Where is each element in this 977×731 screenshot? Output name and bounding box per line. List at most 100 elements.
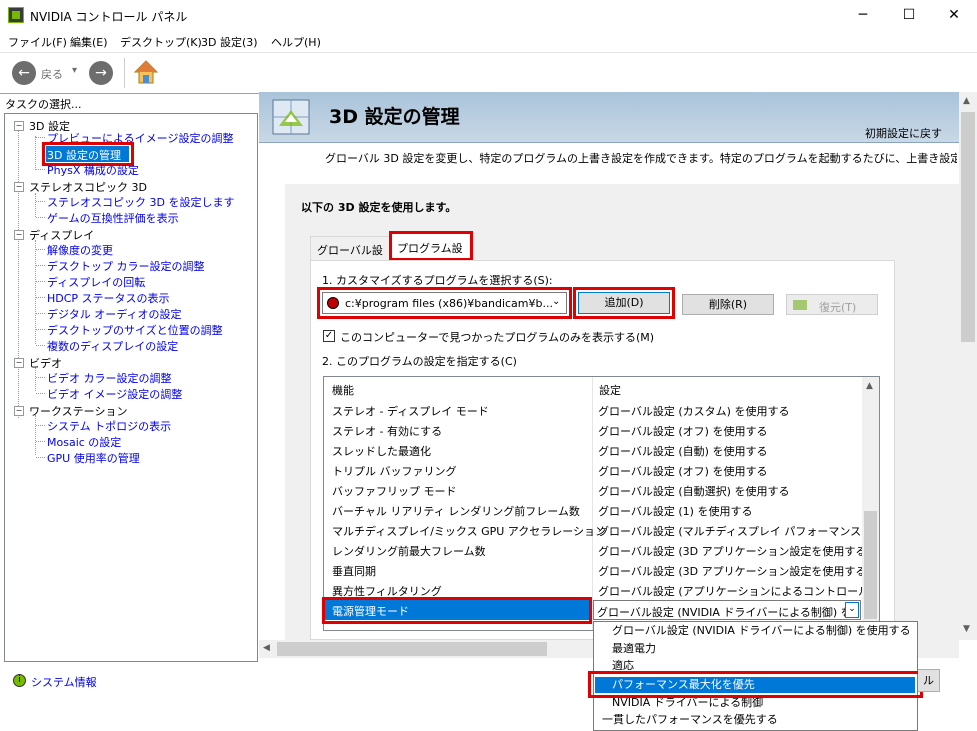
setting-feature-cell[interactable]: トリプル バッファリング (332, 463, 457, 479)
column-header-feature[interactable]: 機能 (332, 382, 354, 398)
setting-feature-cell[interactable]: スレッドした最適化 (332, 443, 431, 459)
toolbar-divider (124, 58, 125, 88)
3d-settings-icon (272, 99, 310, 135)
tree-connector (35, 136, 36, 170)
tree-item-physx[interactable]: PhysX 構成の設定 (47, 162, 139, 178)
system-info-link[interactable]: システム情報 (31, 674, 97, 690)
collapse-icon[interactable]: − (14, 358, 24, 368)
setting-value-cell[interactable]: グローバル設定 (オフ) を使用する (598, 423, 767, 439)
menu-3d-settings[interactable]: 3D 設定(3) (201, 34, 258, 50)
tree-item-color[interactable]: デスクトップ カラー設定の調整 (47, 258, 205, 274)
setting-value-cell[interactable]: グローバル設定 (3D アプリケーション設定を使用する) ... (598, 563, 879, 579)
collapse-icon[interactable]: − (14, 182, 24, 192)
tree-item-hdcp[interactable]: HDCP ステータスの表示 (47, 290, 170, 306)
forward-arrow-icon[interactable]: → (89, 61, 113, 85)
tree-item-video-image[interactable]: ビデオ イメージ設定の調整 (47, 386, 182, 402)
tree-connector (35, 415, 36, 455)
tree-connector (35, 193, 36, 217)
dropdown-option[interactable]: グローバル設定 (NVIDIA ドライバーによる制御) を使用する (594, 623, 917, 639)
close-button[interactable]: ✕ (931, 0, 977, 30)
dropdown-option[interactable]: 一貫したパフォーマンスを優先する (594, 712, 917, 728)
tree-item-mosaic[interactable]: Mosaic の設定 (47, 434, 121, 450)
tree-branch (36, 265, 45, 266)
tree-category-workstation[interactable]: ワークステーション (29, 403, 127, 419)
menu-desktop[interactable]: デスクトップ(K) (120, 34, 202, 50)
back-label[interactable]: 戻る (41, 66, 63, 82)
minimize-button[interactable]: ─ (840, 0, 886, 30)
highlight-box (389, 231, 473, 261)
partial-button[interactable]: ル (918, 669, 940, 692)
restore-defaults-link[interactable]: 初期設定に戻す (865, 125, 942, 141)
setting-value-cell[interactable]: グローバル設定 (自動選択) を使用する (598, 483, 789, 499)
maximize-button[interactable]: ☐ (886, 0, 932, 30)
settings-list[interactable]: 機能 設定 ステレオ - ディスプレイ モード グローバル設定 (カスタム) を使… (323, 376, 880, 631)
remove-button[interactable]: 削除(R) (682, 294, 774, 315)
menu-help[interactable]: ヘルプ(H) (271, 34, 321, 50)
tree-item-rotate[interactable]: ディスプレイの回転 (47, 274, 145, 290)
tree-item-topology[interactable]: システム トポロジの表示 (47, 418, 171, 434)
tree-item-stereo-set[interactable]: ステレオスコピック 3D を設定します (47, 194, 234, 210)
tree-branch (36, 201, 45, 202)
tree-item-gpu-usage[interactable]: GPU 使用率の管理 (47, 450, 140, 466)
chevron-down-icon[interactable]: ⌄ (845, 602, 859, 618)
collapse-icon[interactable]: − (14, 121, 24, 131)
scroll-left-icon[interactable]: ◀ (263, 643, 270, 653)
dropdown-option-label: 一貫したパフォーマンスを優先する (602, 713, 778, 726)
menu-file[interactable]: ファイル(F) (8, 34, 67, 50)
highlight-box (322, 597, 592, 624)
scroll-thumb[interactable] (277, 642, 547, 656)
setting-feature-cell[interactable]: マルチディスプレイ/ミックス GPU アクセラレーション (332, 523, 606, 539)
tree-category-display[interactable]: ディスプレイ (29, 227, 94, 243)
tree-item-game-compat[interactable]: ゲームの互換性評価を表示 (47, 210, 179, 226)
power-mode-select[interactable]: グローバル設定 (NVIDIA ドライバーによる制御) を使用 ⌄ (593, 600, 861, 620)
collapse-icon[interactable]: − (14, 230, 24, 240)
highlight-box (588, 671, 923, 698)
restore-program-button[interactable]: 復元(T) (786, 294, 878, 315)
tree-item-multi-display[interactable]: 複数のディスプレイの設定 (47, 338, 178, 354)
setting-value-cell[interactable]: グローバル設定 (アプリケーションによるコントロール) を... (598, 583, 879, 599)
scroll-thumb[interactable] (961, 112, 975, 342)
tree-item-size[interactable]: デスクトップのサイズと位置の調整 (47, 322, 223, 338)
home-icon[interactable] (133, 59, 159, 85)
scroll-up-icon[interactable]: ▲ (963, 96, 970, 106)
menu-edit[interactable]: 編集(E) (70, 34, 108, 50)
setting-feature-cell[interactable]: 垂直同期 (332, 563, 376, 579)
setting-feature-cell[interactable]: ステレオ - ディスプレイ モード (332, 403, 489, 419)
step1-label: 1. カスタマイズするプログラムを選択する(S): (322, 274, 553, 287)
tree-branch (36, 441, 45, 442)
tree-category-stereo[interactable]: ステレオスコピック 3D (29, 179, 147, 195)
scroll-thumb[interactable] (864, 511, 877, 619)
setting-value-cell[interactable]: グローバル設定 (自動) を使用する (598, 443, 767, 459)
list-scrollbar[interactable]: ▲ (862, 377, 879, 630)
info-icon: i (13, 674, 26, 687)
back-arrow-icon[interactable]: ← (12, 61, 36, 85)
setting-feature-cell[interactable]: ステレオ - 有効にする (332, 423, 442, 439)
tree-item-audio[interactable]: デジタル オーディオの設定 (47, 306, 182, 322)
setting-value-cell[interactable]: グローバル設定 (1) を使用する (598, 503, 752, 519)
setting-value-cell[interactable]: グローバル設定 (オフ) を使用する (598, 463, 767, 479)
only-found-checkbox-label[interactable]: このコンピューターで見つかったプログラムのみを表示する(M) (340, 329, 654, 345)
column-header-setting[interactable]: 設定 (599, 382, 621, 398)
dropdown-option[interactable]: 最適電力 (594, 641, 917, 657)
collapse-icon[interactable]: − (14, 406, 24, 416)
setting-value-cell[interactable]: グローバル設定 (3D アプリケーション設定を使用する) ... (598, 543, 879, 559)
tree-item-resolution[interactable]: 解像度の変更 (47, 242, 113, 258)
setting-feature-cell[interactable]: バッファフリップ モード (332, 483, 457, 499)
only-found-checkbox[interactable]: ✓ (323, 330, 335, 342)
scroll-up-icon[interactable]: ▲ (866, 381, 873, 391)
tree-item-video-color[interactable]: ビデオ カラー設定の調整 (47, 370, 172, 386)
window-title: NVIDIA コントロール パネル (30, 10, 188, 24)
page-vertical-scrollbar[interactable]: ▲ ▼ (959, 92, 977, 640)
scroll-down-icon[interactable]: ▼ (963, 624, 970, 634)
back-history-chevron-icon[interactable]: ▾ (72, 65, 77, 76)
tree-category-video[interactable]: ビデオ (29, 355, 62, 371)
step2-label: 2. このプログラムの設定を指定する(C) (322, 355, 517, 368)
use-settings-label: 以下の 3D 設定を使用します。 (301, 201, 457, 214)
setting-value-cell[interactable]: グローバル設定 (マルチディスプレイ パフォーマンス モー... (598, 523, 879, 539)
tab-global[interactable]: グローバル設定 (310, 236, 390, 273)
nvidia-logo-icon (793, 300, 807, 310)
setting-value-cell[interactable]: グローバル設定 (カスタム) を使用する (598, 403, 789, 419)
setting-feature-cell[interactable]: バーチャル リアリティ レンダリング前フレーム数 (332, 503, 580, 519)
setting-feature-cell[interactable]: レンダリング前最大フレーム数 (332, 543, 486, 559)
tree-branch (36, 313, 45, 314)
